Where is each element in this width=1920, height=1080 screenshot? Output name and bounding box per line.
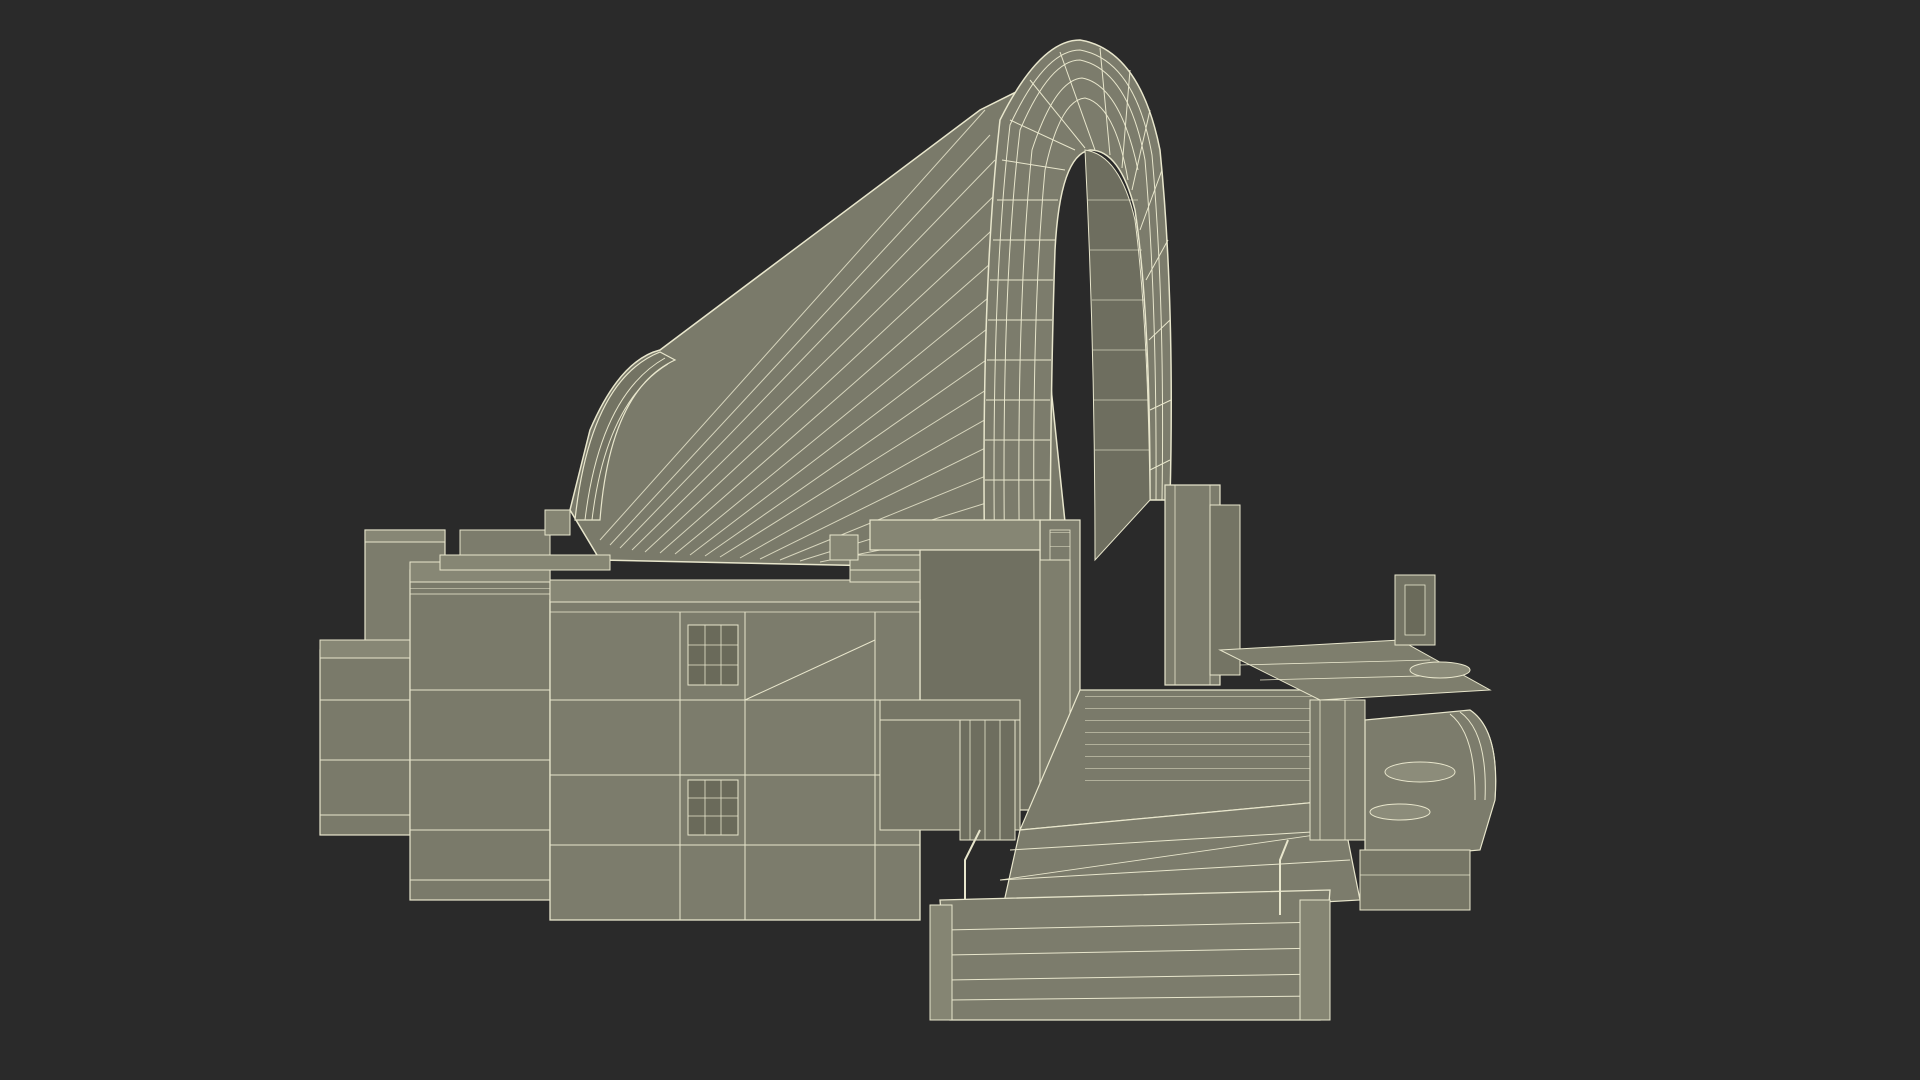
window-lower bbox=[687, 779, 739, 836]
main-arch bbox=[983, 39, 1172, 602]
3d-viewport[interactable] bbox=[0, 0, 1920, 1080]
model-render bbox=[319, 39, 1497, 1021]
gate-area bbox=[879, 699, 1021, 841]
left-wing bbox=[319, 639, 411, 836]
window-upper bbox=[687, 624, 739, 686]
front-block bbox=[549, 579, 921, 921]
